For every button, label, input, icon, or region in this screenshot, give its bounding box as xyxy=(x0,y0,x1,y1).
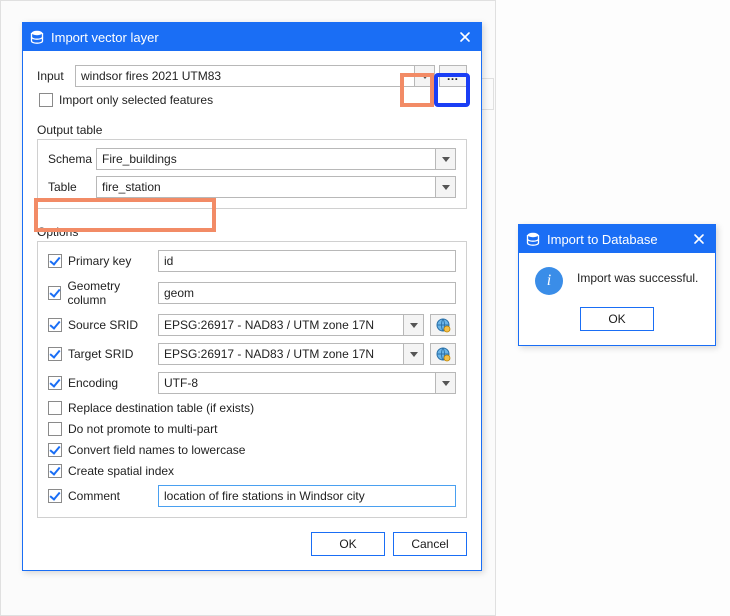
table-row: Table xyxy=(48,176,456,198)
no-multipart-checkbox[interactable] xyxy=(48,422,62,436)
chevron-down-icon xyxy=(442,381,450,386)
geometry-column-checkbox[interactable] xyxy=(48,286,61,300)
msg-title-text: Import to Database xyxy=(547,232,689,247)
encoding-checkbox[interactable] xyxy=(48,376,62,390)
import-vector-layer-dialog: Import vector layer Input … Import only … xyxy=(22,22,482,571)
chevron-down-icon xyxy=(410,323,418,328)
msg-body: i Import was successful. xyxy=(519,253,715,299)
schema-label: Schema xyxy=(48,152,96,166)
import-to-database-dialog: Import to Database i Import was successf… xyxy=(518,224,716,346)
globe-icon xyxy=(435,317,451,333)
import-only-selected-checkbox[interactable] xyxy=(39,93,53,107)
database-icon xyxy=(525,231,541,247)
primary-key-label: Primary key xyxy=(68,254,131,268)
no-multipart-label: Do not promote to multi-part xyxy=(68,422,217,436)
cancel-button[interactable]: Cancel xyxy=(393,532,467,556)
primary-key-checkbox[interactable] xyxy=(48,254,62,268)
table-dropdown-button[interactable] xyxy=(436,176,456,198)
comment-checkbox[interactable] xyxy=(48,489,62,503)
output-table-group-label: Output table xyxy=(37,123,467,137)
replace-table-label: Replace destination table (if exists) xyxy=(68,401,254,415)
msg-footer: OK xyxy=(519,299,715,345)
close-button[interactable] xyxy=(455,27,475,47)
source-srid-field[interactable] xyxy=(158,314,404,336)
title-text: Import vector layer xyxy=(51,30,455,45)
chevron-down-icon xyxy=(442,157,450,162)
chevron-down-icon xyxy=(421,74,429,79)
input-field[interactable] xyxy=(75,65,415,87)
primary-key-row: Primary key xyxy=(48,250,456,272)
target-srid-crs-button[interactable] xyxy=(430,343,456,365)
import-only-selected-label: Import only selected features xyxy=(59,93,213,107)
ok-button[interactable]: OK xyxy=(311,532,385,556)
encoding-dropdown[interactable] xyxy=(436,372,456,394)
lowercase-checkbox[interactable] xyxy=(48,443,62,457)
geometry-column-row: Geometry column xyxy=(48,279,456,307)
no-multipart-row: Do not promote to multi-part xyxy=(48,422,456,436)
schema-field[interactable] xyxy=(96,148,436,170)
primary-key-field[interactable] xyxy=(158,250,456,272)
database-icon xyxy=(29,29,45,45)
target-srid-field[interactable] xyxy=(158,343,404,365)
msg-close-button[interactable] xyxy=(689,229,709,249)
lowercase-row: Convert field names to lowercase xyxy=(48,443,456,457)
output-table-group: Schema Table xyxy=(37,139,467,209)
spatial-index-checkbox[interactable] xyxy=(48,464,62,478)
comment-field[interactable] xyxy=(158,485,456,507)
input-row: Input … xyxy=(37,65,467,87)
geometry-column-label: Geometry column xyxy=(67,279,158,307)
target-srid-dropdown[interactable] xyxy=(404,343,424,365)
table-field[interactable] xyxy=(96,176,436,198)
source-srid-row: Source SRID xyxy=(48,314,456,336)
input-dropdown-button[interactable] xyxy=(415,65,435,87)
table-label: Table xyxy=(48,180,96,194)
source-srid-checkbox[interactable] xyxy=(48,318,62,332)
msg-titlebar[interactable]: Import to Database xyxy=(519,225,715,253)
msg-text: Import was successful. xyxy=(577,267,698,285)
chevron-down-icon xyxy=(410,352,418,357)
replace-table-checkbox[interactable] xyxy=(48,401,62,415)
input-label: Input xyxy=(37,69,75,83)
schema-dropdown-button[interactable] xyxy=(436,148,456,170)
chevron-down-icon xyxy=(442,185,450,190)
dialog-footer: OK Cancel xyxy=(37,532,467,556)
encoding-field[interactable] xyxy=(158,372,436,394)
replace-table-row: Replace destination table (if exists) xyxy=(48,401,456,415)
source-srid-crs-button[interactable] xyxy=(430,314,456,336)
target-srid-label: Target SRID xyxy=(68,347,133,361)
globe-icon xyxy=(435,346,451,362)
comment-label: Comment xyxy=(68,489,120,503)
input-browse-button[interactable]: … xyxy=(439,65,467,87)
target-srid-row: Target SRID xyxy=(48,343,456,365)
schema-row: Schema xyxy=(48,148,456,170)
source-srid-dropdown[interactable] xyxy=(404,314,424,336)
source-srid-label: Source SRID xyxy=(68,318,138,332)
encoding-row: Encoding xyxy=(48,372,456,394)
import-only-selected-row: Import only selected features xyxy=(39,93,467,107)
lowercase-label: Convert field names to lowercase xyxy=(68,443,245,457)
target-srid-checkbox[interactable] xyxy=(48,347,62,361)
dialog-body: Input … Import only selected features Ou… xyxy=(23,51,481,570)
options-group: Primary key Geometry column Source xyxy=(37,241,467,518)
geometry-column-field[interactable] xyxy=(158,282,456,304)
info-icon: i xyxy=(535,267,563,295)
spatial-index-label: Create spatial index xyxy=(68,464,174,478)
encoding-label: Encoding xyxy=(68,376,118,390)
background-sliver xyxy=(480,78,494,110)
options-group-label: Options xyxy=(37,225,467,239)
msg-ok-button[interactable]: OK xyxy=(580,307,654,331)
titlebar[interactable]: Import vector layer xyxy=(23,23,481,51)
spatial-index-row: Create spatial index xyxy=(48,464,456,478)
comment-row: Comment xyxy=(48,485,456,507)
